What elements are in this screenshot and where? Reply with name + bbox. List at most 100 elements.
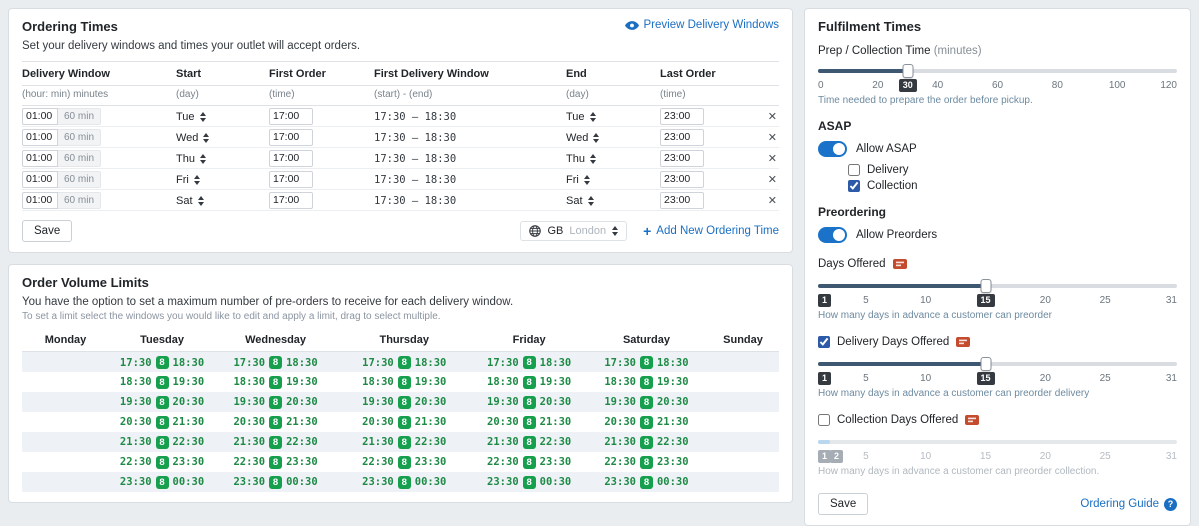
collection-days-offered-row[interactable]: Collection Days Offered <box>818 414 1177 426</box>
slot-start: 22:30 <box>362 456 394 468</box>
ordering-save-button[interactable]: Save <box>22 220 72 242</box>
slot-cell[interactable]: 22:30823:30 <box>586 452 707 472</box>
preview-delivery-windows-link[interactable]: Preview Delivery Windows <box>625 19 779 31</box>
end-day-select[interactable]: Wed <box>566 132 599 144</box>
slot-cell[interactable]: 22:30823:30 <box>109 452 215 472</box>
slider-handle[interactable] <box>980 357 991 371</box>
slot-start: 22:30 <box>233 456 265 468</box>
slot-cell[interactable]: 23:30800:30 <box>472 472 586 492</box>
slot-limit-badge: 8 <box>269 436 282 449</box>
ordering-guide-link[interactable]: Ordering Guide ? <box>1080 498 1177 511</box>
slot-cell[interactable]: 22:30823:30 <box>215 452 336 472</box>
fulfilment-save-button[interactable]: Save <box>818 493 868 515</box>
empty-slot-cell <box>22 392 109 412</box>
slot-end: 20:30 <box>286 396 318 408</box>
slot-cell[interactable]: 22:30823:30 <box>472 452 586 472</box>
delivery-window-input[interactable] <box>22 171 58 188</box>
remove-row-button[interactable]: ✕ <box>766 152 779 165</box>
slot-cell[interactable]: 17:30818:30 <box>336 352 472 372</box>
delivery-days-offered-row[interactable]: Delivery Days Offered <box>818 336 1177 348</box>
slot-cell[interactable]: 20:30821:30 <box>215 412 336 432</box>
slot-cell[interactable]: 19:30820:30 <box>336 392 472 412</box>
slot-cell[interactable]: 20:30821:30 <box>472 412 586 432</box>
last-order-input[interactable] <box>660 192 704 209</box>
volume-limits-description: You have the option to set a maximum num… <box>22 296 779 308</box>
slot-cell[interactable]: 17:30818:30 <box>109 352 215 372</box>
remove-row-button[interactable]: ✕ <box>766 194 779 207</box>
slot-cell[interactable]: 19:30820:30 <box>472 392 586 412</box>
preordering-heading: Preordering <box>818 205 1177 219</box>
slot-cell[interactable]: 21:30822:30 <box>336 432 472 452</box>
slot-end: 21:30 <box>286 416 318 428</box>
slot-cell[interactable]: 18:30819:30 <box>109 372 215 392</box>
last-order-input[interactable] <box>660 150 704 167</box>
delivery-days-checkbox[interactable] <box>818 336 830 348</box>
slot-cell[interactable]: 18:30819:30 <box>336 372 472 392</box>
end-day-select[interactable]: Tue <box>566 111 596 123</box>
last-order-input[interactable] <box>660 108 704 125</box>
last-order-input[interactable] <box>660 129 704 146</box>
column-subheader: (time) <box>269 89 374 100</box>
slot-cell[interactable]: 19:30820:30 <box>586 392 707 412</box>
allow-asap-row: Allow ASAP <box>818 141 1177 157</box>
start-day-select[interactable]: Tue <box>176 111 206 123</box>
slot-cell[interactable]: 19:30820:30 <box>109 392 215 412</box>
allow-asap-toggle[interactable] <box>818 141 847 157</box>
slot-cell[interactable]: 21:30822:30 <box>472 432 586 452</box>
hint-icon <box>956 337 970 347</box>
last-order-input[interactable] <box>660 171 704 188</box>
remove-row-button[interactable]: ✕ <box>766 131 779 144</box>
delivery-window-input[interactable] <box>22 192 58 209</box>
slider-track[interactable] <box>818 440 1177 444</box>
slot-limit-badge: 8 <box>156 416 169 429</box>
asap-collection-option[interactable]: Collection <box>848 180 1177 192</box>
asap-delivery-option[interactable]: Delivery <box>848 164 1177 176</box>
slot-cell[interactable]: 19:30820:30 <box>215 392 336 412</box>
slot-cell[interactable]: 23:30800:30 <box>586 472 707 492</box>
slot-cell[interactable]: 21:30822:30 <box>215 432 336 452</box>
slot-cell[interactable]: 17:30818:30 <box>472 352 586 372</box>
slot-cell[interactable]: 17:30818:30 <box>215 352 336 372</box>
collection-days-checkbox[interactable] <box>818 414 830 426</box>
remove-row-button[interactable]: ✕ <box>766 110 779 123</box>
slot-cell[interactable]: 18:30819:30 <box>215 372 336 392</box>
slot-cell[interactable]: 18:30819:30 <box>472 372 586 392</box>
slot-cell[interactable]: 20:30821:30 <box>586 412 707 432</box>
allow-preorders-toggle[interactable] <box>818 227 847 243</box>
asap-delivery-checkbox[interactable] <box>848 164 860 176</box>
slot-cell[interactable]: 23:30800:30 <box>215 472 336 492</box>
slider-handle[interactable] <box>980 279 991 293</box>
slot-cell[interactable]: 23:30800:30 <box>109 472 215 492</box>
delivery-window-input[interactable] <box>22 129 58 146</box>
delivery-window-input[interactable] <box>22 108 58 125</box>
start-day-select[interactable]: Fri <box>176 174 200 186</box>
remove-row-button[interactable]: ✕ <box>766 173 779 186</box>
slot-cell[interactable]: 23:30800:30 <box>336 472 472 492</box>
slot-cell[interactable]: 21:30822:30 <box>586 432 707 452</box>
asap-collection-label: Collection <box>867 180 918 192</box>
locale-select[interactable]: GB London <box>520 221 627 241</box>
slider-handle[interactable] <box>902 64 913 78</box>
slot-cell[interactable]: 20:30821:30 <box>336 412 472 432</box>
slot-cell[interactable]: 21:30822:30 <box>109 432 215 452</box>
end-day-select[interactable]: Sat <box>566 195 594 207</box>
asap-collection-checkbox[interactable] <box>848 180 860 192</box>
slot-cell[interactable]: 22:30823:30 <box>336 452 472 472</box>
add-new-ordering-time-link[interactable]: + Add New Ordering Time <box>643 225 779 237</box>
first-order-input[interactable] <box>269 129 313 146</box>
first-order-input[interactable] <box>269 108 313 125</box>
first-order-input[interactable] <box>269 150 313 167</box>
end-day-select[interactable]: Thu <box>566 153 596 165</box>
slot-cell[interactable]: 17:30818:30 <box>586 352 707 372</box>
start-day-select[interactable]: Thu <box>176 153 206 165</box>
slider-tick: 31 <box>1166 451 1177 462</box>
first-order-input[interactable] <box>269 171 313 188</box>
slot-cell[interactable]: 20:30821:30 <box>109 412 215 432</box>
start-day-select[interactable]: Sat <box>176 195 204 207</box>
slot-cell[interactable]: 18:30819:30 <box>586 372 707 392</box>
first-order-input[interactable] <box>269 192 313 209</box>
delivery-window-input[interactable] <box>22 150 58 167</box>
slot-start: 17:30 <box>120 357 152 369</box>
end-day-select[interactable]: Fri <box>566 174 590 186</box>
start-day-select[interactable]: Wed <box>176 132 209 144</box>
